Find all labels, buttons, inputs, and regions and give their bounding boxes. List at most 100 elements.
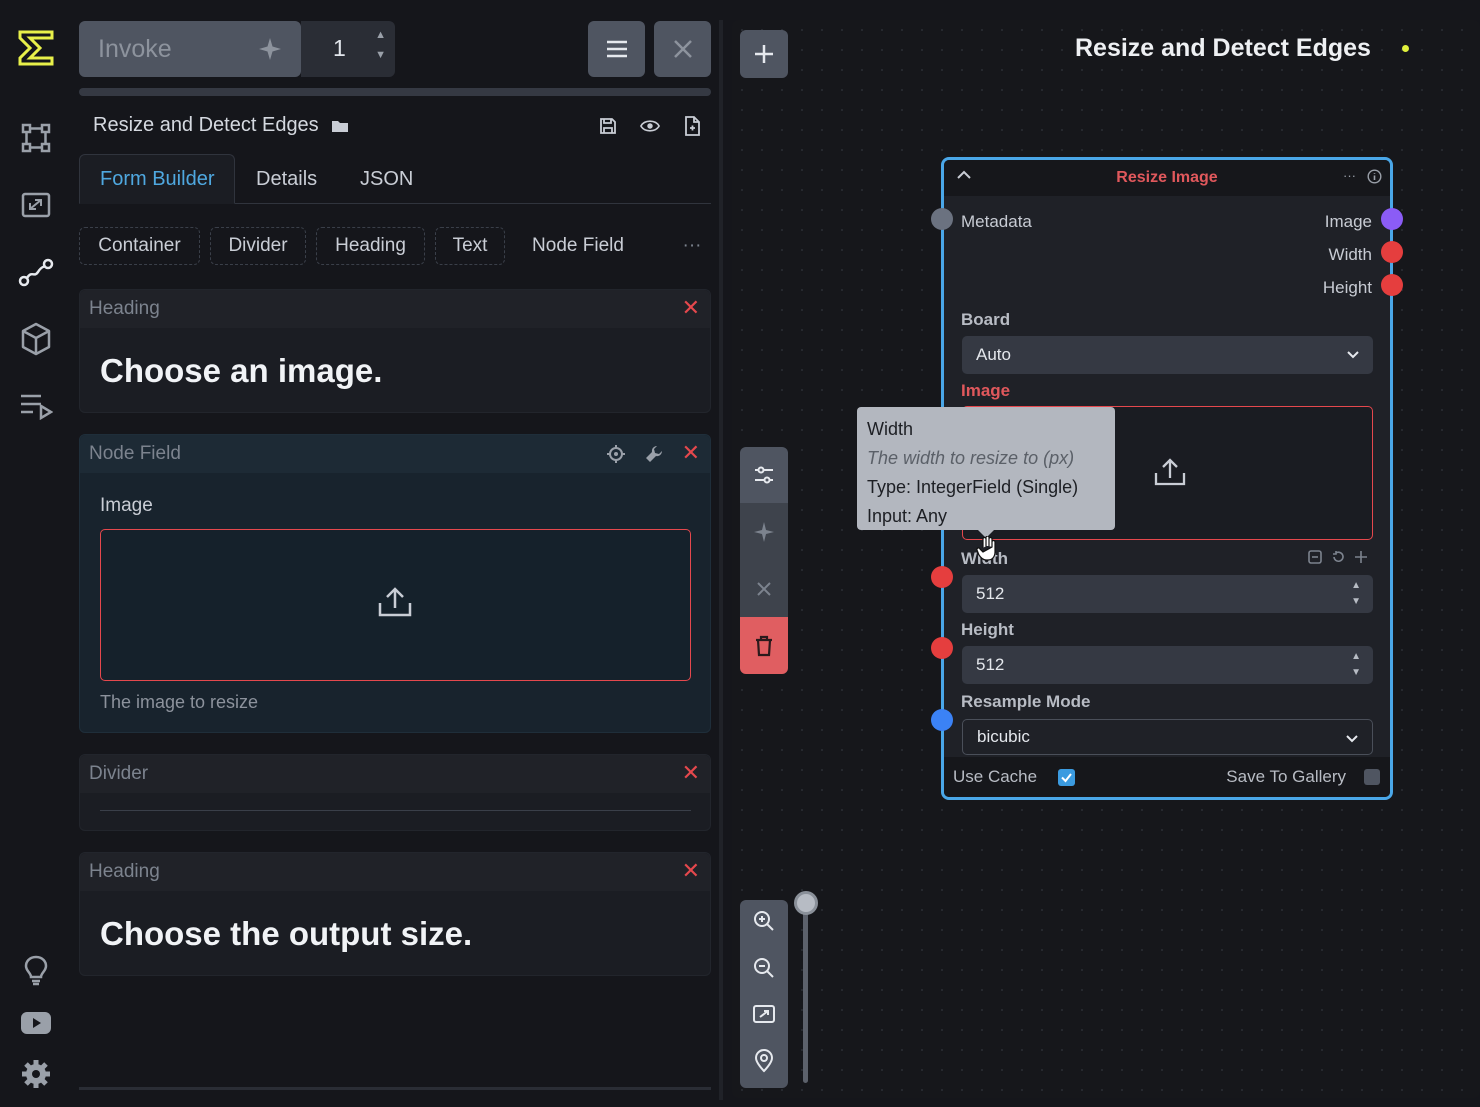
save-to-gallery-checkbox[interactable] bbox=[1364, 769, 1380, 785]
expose-field-icon[interactable] bbox=[1308, 550, 1322, 569]
width-output-handle[interactable] bbox=[1381, 241, 1403, 263]
stepper-arrows[interactable]: ▲ ▼ bbox=[375, 29, 386, 61]
tab-json[interactable]: JSON bbox=[360, 154, 413, 204]
resample-mode-select[interactable]: bicubic bbox=[962, 719, 1373, 755]
node-footer: Use Cache Save To Gallery bbox=[944, 757, 1390, 797]
palette-container[interactable]: Container bbox=[79, 227, 200, 265]
stepper-arrows[interactable]: ▲ ▼ bbox=[1351, 580, 1361, 608]
width-input-handle[interactable] bbox=[931, 566, 953, 588]
board-label: Board bbox=[961, 310, 1011, 329]
board-select[interactable]: Auto bbox=[962, 336, 1373, 374]
plus-icon bbox=[755, 45, 773, 63]
iterations-value: 1 bbox=[333, 35, 346, 61]
height-input-handle[interactable] bbox=[931, 637, 953, 659]
remove-element-icon[interactable]: ✕ bbox=[682, 296, 700, 320]
use-cache-checkbox[interactable] bbox=[1058, 769, 1075, 786]
delete-button[interactable] bbox=[740, 617, 788, 674]
tab-form-builder[interactable]: Form Builder bbox=[79, 154, 236, 204]
field-tooltip: Width The width to resize to (px) Type: … bbox=[857, 407, 1115, 530]
canvas-workflow-title: Resize and Detect Edges bbox=[1075, 34, 1371, 62]
fit-view-icon[interactable] bbox=[753, 1004, 775, 1029]
save-icon[interactable] bbox=[598, 116, 618, 136]
invoke-logo-icon[interactable] bbox=[16, 28, 56, 68]
hand-cursor-icon bbox=[976, 535, 998, 567]
width-input[interactable]: 512 ▲ ▼ bbox=[962, 575, 1373, 613]
panel-splitter[interactable] bbox=[719, 20, 723, 1100]
hamburger-icon bbox=[606, 40, 627, 58]
models-icon[interactable] bbox=[16, 319, 56, 359]
settings-gear-icon[interactable] bbox=[16, 1054, 56, 1094]
reset-icon[interactable] bbox=[1331, 550, 1345, 569]
tab-details[interactable]: Details bbox=[256, 154, 317, 204]
heading-text: Choose an image. bbox=[100, 352, 383, 389]
card-type-label: Divider bbox=[89, 763, 149, 784]
form-node-field-card[interactable]: Node Field ✕ Image The image to resize bbox=[79, 434, 711, 733]
youtube-icon[interactable] bbox=[16, 1003, 56, 1043]
palette-text[interactable]: Text bbox=[435, 227, 505, 265]
upload-icon bbox=[377, 586, 413, 623]
card-header: Node Field ✕ bbox=[80, 435, 710, 473]
lightbulb-icon[interactable] bbox=[16, 950, 56, 990]
eye-icon[interactable] bbox=[640, 116, 660, 136]
card-header: Heading ✕ bbox=[80, 290, 710, 328]
queue-icon[interactable] bbox=[16, 386, 56, 426]
image-output-handle[interactable] bbox=[1381, 208, 1403, 230]
metadata-input-label: Metadata bbox=[961, 212, 1032, 231]
workflows-icon[interactable] bbox=[16, 252, 56, 292]
node-menu-icon[interactable]: ··· bbox=[1343, 168, 1356, 183]
canvas-icon[interactable] bbox=[16, 118, 56, 158]
use-cache-label: Use Cache bbox=[953, 767, 1038, 786]
new-file-icon[interactable] bbox=[682, 116, 702, 136]
clear-selection-button[interactable] bbox=[740, 560, 788, 617]
upscale-icon[interactable] bbox=[16, 185, 56, 225]
card-header: Heading ✕ bbox=[80, 853, 710, 891]
zoom-out-icon[interactable] bbox=[753, 957, 775, 984]
menu-button[interactable] bbox=[588, 21, 645, 77]
chevron-down-icon bbox=[1346, 345, 1360, 365]
invoke-button[interactable]: Invoke bbox=[79, 21, 301, 77]
remove-element-icon[interactable]: ✕ bbox=[682, 441, 700, 465]
remove-element-icon[interactable]: ✕ bbox=[682, 859, 700, 883]
minimap-pin-icon[interactable] bbox=[754, 1049, 774, 1078]
tab-bar: Form Builder Details JSON bbox=[79, 154, 711, 204]
card-header: Divider ✕ bbox=[80, 755, 710, 793]
palette-more-button[interactable]: ··· bbox=[676, 227, 708, 265]
workflow-editor-panel: Invoke 1 ▲ ▼ Resize and Detect Edges Form… bbox=[72, 0, 720, 1107]
zoom-controls bbox=[740, 900, 788, 1088]
height-field-label: Height bbox=[961, 620, 1014, 639]
zoom-slider-track[interactable] bbox=[803, 905, 808, 1083]
form-heading-card[interactable]: Heading ✕ Choose the output size. bbox=[79, 852, 711, 976]
wrench-icon[interactable] bbox=[644, 444, 664, 469]
zoom-in-icon[interactable] bbox=[753, 910, 775, 937]
palette-heading[interactable]: Heading bbox=[316, 227, 425, 265]
height-input[interactable]: 512 ▲ ▼ bbox=[962, 646, 1373, 684]
resample-mode-value: bicubic bbox=[977, 727, 1030, 746]
panel-resize-handle[interactable] bbox=[79, 1087, 711, 1090]
palette-divider[interactable]: Divider bbox=[210, 227, 306, 265]
metadata-input-handle[interactable] bbox=[931, 208, 953, 230]
form-heading-card[interactable]: Heading ✕ Choose an image. bbox=[79, 289, 711, 413]
card-type-label: Node Field bbox=[89, 443, 181, 464]
image-dropzone[interactable] bbox=[100, 529, 691, 681]
form-divider-card[interactable]: Divider ✕ bbox=[79, 754, 711, 831]
add-to-form-icon[interactable] bbox=[1354, 550, 1368, 569]
info-icon[interactable] bbox=[1367, 169, 1382, 189]
add-node-button[interactable] bbox=[740, 30, 788, 78]
sparkle-icon bbox=[257, 36, 283, 69]
stepper-arrows[interactable]: ▲ ▼ bbox=[1351, 651, 1361, 679]
tooltip-description: The width to resize to (px) bbox=[867, 448, 1075, 468]
node-options-button[interactable] bbox=[740, 447, 788, 503]
resample-mode-input-handle[interactable] bbox=[931, 709, 953, 731]
iterations-stepper[interactable]: 1 ▲ ▼ bbox=[301, 21, 395, 77]
zoom-slider-thumb[interactable] bbox=[794, 891, 818, 915]
locate-icon[interactable] bbox=[606, 444, 626, 469]
auto-layout-button[interactable] bbox=[740, 503, 788, 560]
cancel-button[interactable] bbox=[654, 21, 711, 77]
remove-element-icon[interactable]: ✕ bbox=[682, 761, 700, 785]
height-output-handle[interactable] bbox=[1381, 274, 1403, 296]
node-header[interactable]: Resize Image ··· bbox=[944, 160, 1390, 196]
palette-node-field[interactable]: Node Field bbox=[517, 227, 639, 265]
tooltip-type: Type: IntegerField (Single) bbox=[867, 477, 1079, 497]
card-type-label: Heading bbox=[89, 861, 160, 882]
trash-icon bbox=[756, 635, 772, 656]
